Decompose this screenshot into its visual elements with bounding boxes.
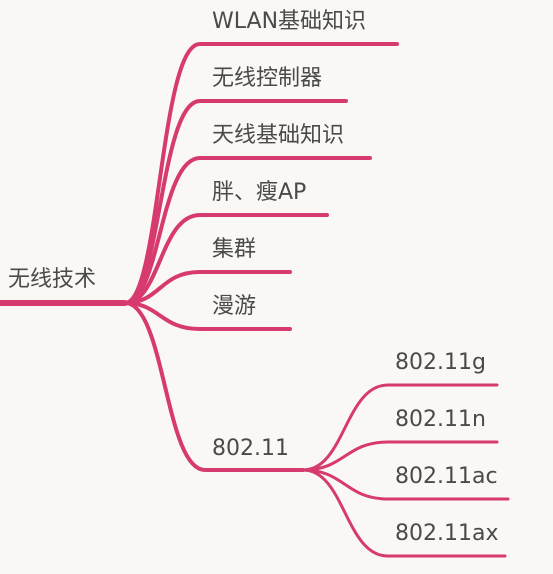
node-wlan-basics[interactable]: WLAN基础知识 xyxy=(212,8,366,36)
node-80211n[interactable]: 802.11n xyxy=(395,406,486,434)
node-80211ax[interactable]: 802.11ax xyxy=(395,520,498,548)
branch-cluster xyxy=(123,270,292,305)
node-fat-thin-ap[interactable]: 胖、瘦AP xyxy=(212,179,306,207)
node-antenna-basics[interactable]: 天线基础知识 xyxy=(212,122,344,150)
node-roaming[interactable]: 漫游 xyxy=(212,293,256,321)
node-80211ac[interactable]: 802.11ac xyxy=(395,463,498,491)
node-wireless-controller[interactable]: 无线控制器 xyxy=(212,65,322,93)
node-80211[interactable]: 802.11 xyxy=(212,435,289,463)
node-80211g[interactable]: 802.11g xyxy=(395,349,486,377)
root-node-label[interactable]: 无线技术 xyxy=(8,266,96,294)
node-cluster[interactable]: 集群 xyxy=(212,236,256,264)
branch-roaming xyxy=(123,301,292,331)
